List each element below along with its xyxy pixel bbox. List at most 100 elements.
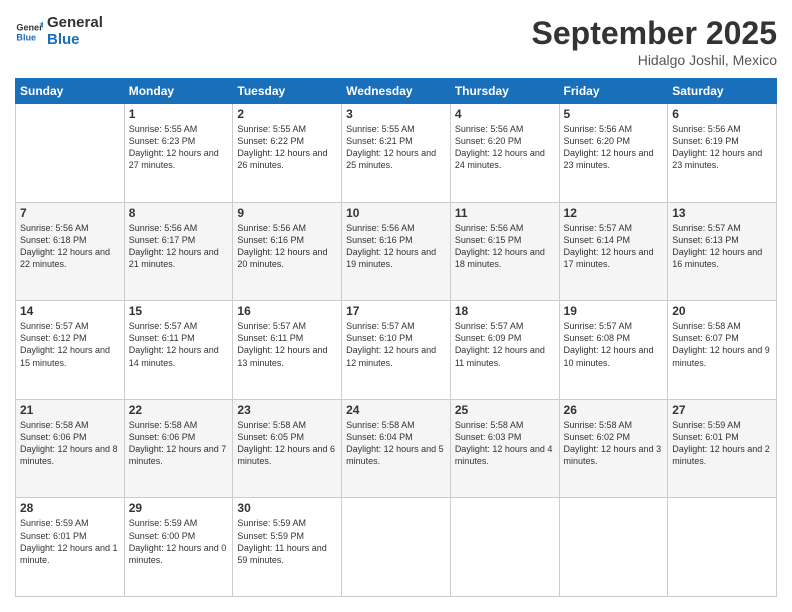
header: General Blue General Blue September 2025… xyxy=(15,15,777,68)
table-row: 16 Sunrise: 5:57 AMSunset: 6:11 PMDayligh… xyxy=(233,301,342,400)
day-number: 6 xyxy=(672,107,772,121)
cell-info: Sunrise: 5:56 AMSunset: 6:20 PMDaylight:… xyxy=(564,123,664,172)
day-number: 8 xyxy=(129,206,229,220)
cell-info: Sunrise: 5:59 AMSunset: 5:59 PMDaylight:… xyxy=(237,517,337,566)
cell-info: Sunrise: 5:56 AMSunset: 6:17 PMDaylight:… xyxy=(129,222,229,271)
cell-info: Sunrise: 5:57 AMSunset: 6:08 PMDaylight:… xyxy=(564,320,664,369)
table-row: 26 Sunrise: 5:58 AMSunset: 6:02 PMDayligh… xyxy=(559,399,668,498)
cell-info: Sunrise: 5:58 AMSunset: 6:02 PMDaylight:… xyxy=(564,419,664,468)
day-number: 7 xyxy=(20,206,120,220)
svg-text:General: General xyxy=(16,22,43,32)
col-tuesday: Tuesday xyxy=(233,79,342,104)
table-row: 9Sunrise: 5:56 AMSunset: 6:16 PMDaylight… xyxy=(233,202,342,301)
cell-info: Sunrise: 5:55 AMSunset: 6:23 PMDaylight:… xyxy=(129,123,229,172)
day-number: 25 xyxy=(455,403,555,417)
month-title: September 2025 xyxy=(532,15,777,52)
table-row: 3Sunrise: 5:55 AMSunset: 6:21 PMDaylight… xyxy=(342,104,451,203)
table-row: 8 Sunrise: 5:56 AMSunset: 6:17 PMDaylight… xyxy=(124,202,233,301)
svg-text:Blue: Blue xyxy=(16,32,36,42)
day-number: 14 xyxy=(20,304,120,318)
calendar-week-row: 28 Sunrise: 5:59 AMSunset: 6:01 PMDayligh… xyxy=(16,498,777,597)
calendar-week-row: 1 Sunrise: 5:55 AMSunset: 6:23 PMDaylight… xyxy=(16,104,777,203)
cell-info: Sunrise: 5:57 AMSunset: 6:14 PMDaylight:… xyxy=(564,222,664,271)
logo-general: General xyxy=(47,15,103,32)
table-row: 24Sunrise: 5:58 AMSunset: 6:04 PMDayligh… xyxy=(342,399,451,498)
day-number: 21 xyxy=(20,403,120,417)
col-friday: Friday xyxy=(559,79,668,104)
page: General Blue General Blue September 2025… xyxy=(0,0,792,612)
day-number: 11 xyxy=(455,206,555,220)
day-number: 12 xyxy=(564,206,664,220)
table-row: 17 Sunrise: 5:57 AMSunset: 6:10 PMDayligh… xyxy=(342,301,451,400)
table-row: 29 Sunrise: 5:59 AMSunset: 6:00 PMDayligh… xyxy=(124,498,233,597)
day-number: 29 xyxy=(129,501,229,515)
table-row: 25 Sunrise: 5:58 AMSunset: 6:03 PMDayligh… xyxy=(450,399,559,498)
cell-info: Sunrise: 5:57 AMSunset: 6:09 PMDaylight:… xyxy=(455,320,555,369)
table-row: 21Sunrise: 5:58 AMSunset: 6:06 PMDayligh… xyxy=(16,399,125,498)
logo-icon: General Blue xyxy=(15,18,43,46)
table-row: 6Sunrise: 5:56 AMSunset: 6:19 PMDaylight… xyxy=(668,104,777,203)
table-row: 19 Sunrise: 5:57 AMSunset: 6:08 PMDayligh… xyxy=(559,301,668,400)
day-number: 22 xyxy=(129,403,229,417)
table-row: 22Sunrise: 5:58 AMSunset: 6:06 PMDayligh… xyxy=(124,399,233,498)
col-thursday: Thursday xyxy=(450,79,559,104)
table-row: 15 Sunrise: 5:57 AMSunset: 6:11 PMDayligh… xyxy=(124,301,233,400)
col-sunday: Sunday xyxy=(16,79,125,104)
day-number: 4 xyxy=(455,107,555,121)
col-saturday: Saturday xyxy=(668,79,777,104)
table-row: 20Sunrise: 5:58 AMSunset: 6:07 PMDayligh… xyxy=(668,301,777,400)
table-row: 2 Sunrise: 5:55 AMSunset: 6:22 PMDaylight… xyxy=(233,104,342,203)
table-row: 7 Sunrise: 5:56 AMSunset: 6:18 PMDaylight… xyxy=(16,202,125,301)
table-row: 1 Sunrise: 5:55 AMSunset: 6:23 PMDaylight… xyxy=(124,104,233,203)
day-number: 18 xyxy=(455,304,555,318)
table-row: 12 Sunrise: 5:57 AMSunset: 6:14 PMDayligh… xyxy=(559,202,668,301)
cell-info: Sunrise: 5:57 AMSunset: 6:11 PMDaylight:… xyxy=(237,320,337,369)
col-wednesday: Wednesday xyxy=(342,79,451,104)
calendar-header-row: Sunday Monday Tuesday Wednesday Thursday… xyxy=(16,79,777,104)
day-number: 19 xyxy=(564,304,664,318)
table-row xyxy=(559,498,668,597)
day-number: 17 xyxy=(346,304,446,318)
table-row xyxy=(668,498,777,597)
cell-info: Sunrise: 5:58 AMSunset: 6:05 PMDaylight:… xyxy=(237,419,337,468)
day-number: 1 xyxy=(129,107,229,121)
col-monday: Monday xyxy=(124,79,233,104)
logo: General Blue General Blue xyxy=(15,15,103,48)
day-number: 3 xyxy=(346,107,446,121)
table-row: 14 Sunrise: 5:57 AMSunset: 6:12 PMDayligh… xyxy=(16,301,125,400)
day-number: 2 xyxy=(237,107,337,121)
table-row xyxy=(450,498,559,597)
table-row: 27Sunrise: 5:59 AMSunset: 6:01 PMDayligh… xyxy=(668,399,777,498)
cell-info: Sunrise: 5:57 AMSunset: 6:10 PMDaylight:… xyxy=(346,320,446,369)
day-number: 5 xyxy=(564,107,664,121)
table-row: 18 Sunrise: 5:57 AMSunset: 6:09 PMDayligh… xyxy=(450,301,559,400)
calendar-week-row: 7 Sunrise: 5:56 AMSunset: 6:18 PMDaylight… xyxy=(16,202,777,301)
cell-info: Sunrise: 5:58 AMSunset: 6:07 PMDaylight:… xyxy=(672,320,772,369)
day-number: 15 xyxy=(129,304,229,318)
day-number: 26 xyxy=(564,403,664,417)
day-number: 30 xyxy=(237,501,337,515)
calendar-week-row: 14 Sunrise: 5:57 AMSunset: 6:12 PMDayligh… xyxy=(16,301,777,400)
table-row: 5 Sunrise: 5:56 AMSunset: 6:20 PMDaylight… xyxy=(559,104,668,203)
cell-info: Sunrise: 5:57 AMSunset: 6:11 PMDaylight:… xyxy=(129,320,229,369)
table-row: 10Sunrise: 5:56 AMSunset: 6:16 PMDayligh… xyxy=(342,202,451,301)
day-number: 9 xyxy=(237,206,337,220)
cell-info: Sunrise: 5:56 AMSunset: 6:18 PMDaylight:… xyxy=(20,222,120,271)
cell-info: Sunrise: 5:59 AMSunset: 6:01 PMDaylight:… xyxy=(20,517,120,566)
table-row xyxy=(16,104,125,203)
logo-blue: Blue xyxy=(47,32,103,49)
location: Hidalgo Joshil, Mexico xyxy=(532,52,777,68)
table-row: 23Sunrise: 5:58 AMSunset: 6:05 PMDayligh… xyxy=(233,399,342,498)
day-number: 13 xyxy=(672,206,772,220)
cell-info: Sunrise: 5:55 AMSunset: 6:22 PMDaylight:… xyxy=(237,123,337,172)
day-number: 16 xyxy=(237,304,337,318)
cell-info: Sunrise: 5:59 AMSunset: 6:00 PMDaylight:… xyxy=(129,517,229,566)
cell-info: Sunrise: 5:57 AMSunset: 6:12 PMDaylight:… xyxy=(20,320,120,369)
cell-info: Sunrise: 5:57 AMSunset: 6:13 PMDaylight:… xyxy=(672,222,772,271)
day-number: 27 xyxy=(672,403,772,417)
cell-info: Sunrise: 5:58 AMSunset: 6:03 PMDaylight:… xyxy=(455,419,555,468)
day-number: 24 xyxy=(346,403,446,417)
table-row: 30 Sunrise: 5:59 AMSunset: 5:59 PMDayligh… xyxy=(233,498,342,597)
table-row: 28 Sunrise: 5:59 AMSunset: 6:01 PMDayligh… xyxy=(16,498,125,597)
day-number: 28 xyxy=(20,501,120,515)
